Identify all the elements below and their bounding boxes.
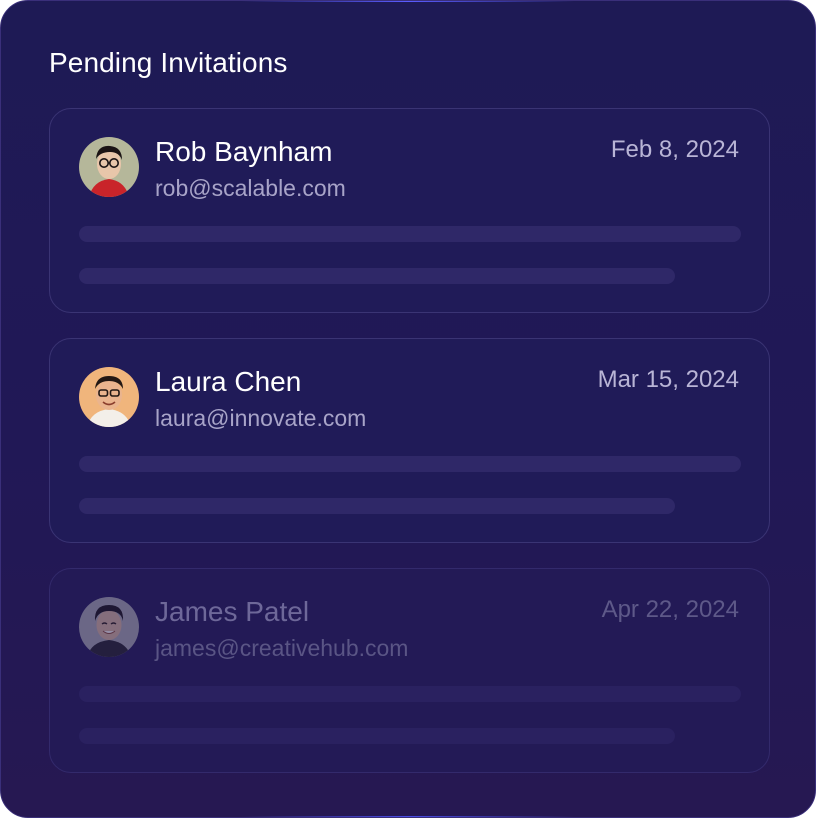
invitation-card[interactable]: Laura Chen laura@innovate.com Mar 15, 20… [49, 338, 770, 543]
placeholder-bar [79, 456, 741, 472]
placeholder-bar [79, 498, 675, 514]
invitation-card[interactable]: James Patel james@creativehub.com Apr 22… [49, 568, 770, 773]
invitation-date: Mar 15, 2024 [597, 366, 739, 393]
avatar [79, 597, 139, 657]
placeholder-bar [79, 728, 675, 744]
avatar [79, 137, 139, 197]
invitee-name: Laura Chen [155, 366, 302, 397]
invitation-date: Feb 8, 2024 [610, 136, 739, 163]
placeholder-bar [79, 226, 741, 242]
invitation-card[interactable]: Rob Baynham rob@scalable.com Feb 8, 2024 [49, 108, 770, 313]
invitation-date: Apr 22, 2024 [601, 596, 739, 623]
pending-invitations-panel: Pending Invitations Rob Baynham rob@scal… [0, 0, 816, 818]
invitee-email: laura@innovate.com [155, 405, 367, 431]
panel-title: Pending Invitations [49, 47, 288, 78]
placeholder-bar [79, 686, 741, 702]
placeholder-bar [79, 268, 675, 284]
invitee-name: Rob Baynham [155, 136, 333, 167]
invitee-name: James Patel [155, 596, 310, 627]
avatar [79, 367, 139, 427]
invitee-email: rob@scalable.com [155, 175, 346, 201]
invitee-email: james@creativehub.com [155, 635, 409, 661]
